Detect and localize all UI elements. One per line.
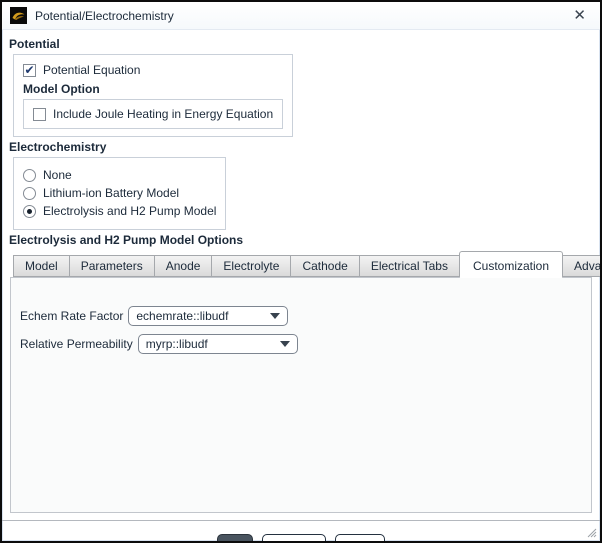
- ok-button[interactable]: OK: [217, 534, 254, 541]
- echem-rate-factor-select[interactable]: echemrate::libudf: [128, 306, 289, 326]
- radio-lithium-label: Lithium-ion Battery Model: [43, 186, 180, 200]
- tab-model[interactable]: Model: [13, 255, 70, 277]
- tab-cathode[interactable]: Cathode: [290, 255, 360, 277]
- relative-permeability-label: Relative Permeability: [20, 337, 133, 351]
- help-button[interactable]: Help: [334, 534, 385, 541]
- tab-advanced[interactable]: Advanced: [562, 255, 600, 277]
- potential-header: Potential: [9, 37, 60, 51]
- joule-heating-label: Include Joule Heating in Energy Equation: [53, 107, 274, 121]
- tab-strip: Model Parameters Anode Electrolyte Catho…: [13, 251, 600, 278]
- model-option-box: Include Joule Heating in Energy Equation: [23, 99, 284, 129]
- close-icon[interactable]: ✕: [569, 6, 590, 25]
- echem-rate-factor-row: Echem Rate Factor echemrate::libudf: [20, 306, 591, 326]
- echem-rate-factor-label: Echem Rate Factor: [20, 309, 124, 323]
- echem-rate-factor-value: echemrate::libudf: [136, 309, 229, 323]
- model-options-header: Electrolysis and H2 Pump Model Options: [9, 233, 244, 247]
- potential-group: ✔ Potential Equation Model Option Includ…: [13, 54, 294, 137]
- radio-selected-icon[interactable]: [23, 204, 36, 218]
- radio-electrolysis[interactable]: Electrolysis and H2 Pump Model: [23, 204, 216, 218]
- radio-none-label: None: [43, 168, 72, 182]
- relative-permeability-row: Relative Permeability myrp::libudf: [20, 334, 591, 354]
- cancel-button[interactable]: Cancel: [262, 534, 326, 541]
- tab-electrolyte[interactable]: Electrolyte: [211, 255, 292, 277]
- radio-none[interactable]: None: [23, 168, 216, 182]
- electrochemistry-group: None Lithium-ion Battery Model Electroly…: [13, 157, 227, 230]
- dropdown-arrow-icon: [279, 341, 290, 347]
- tab-customization[interactable]: Customization: [458, 251, 564, 278]
- model-option-header: Model Option: [23, 82, 100, 96]
- checkbox-checked-icon[interactable]: ✔: [23, 63, 36, 77]
- potential-electrochemistry-dialog: Potential/Electrochemistry ✕ Potential ✔…: [0, 0, 602, 543]
- fluent-logo-icon: [10, 7, 27, 24]
- radio-lithium-ion[interactable]: Lithium-ion Battery Model: [23, 186, 216, 200]
- electrochemistry-header: Electrochemistry: [9, 140, 107, 154]
- window-title: Potential/Electrochemistry: [35, 8, 174, 23]
- title-bar: Potential/Electrochemistry ✕: [2, 2, 600, 30]
- customization-tab-panel: Echem Rate Factor echemrate::libudf Rela…: [10, 277, 592, 513]
- footer-separator: [2, 520, 600, 521]
- potential-equation-label: Potential Equation: [43, 63, 141, 77]
- dialog-buttons: OK Cancel Help: [9, 534, 593, 541]
- radio-unselected-icon[interactable]: [23, 186, 36, 200]
- checkbox-unchecked-icon[interactable]: [33, 107, 46, 121]
- tab-anode[interactable]: Anode: [153, 255, 213, 277]
- radio-unselected-icon[interactable]: [23, 168, 36, 182]
- relative-permeability-value: myrp::libudf: [145, 337, 208, 351]
- relative-permeability-select[interactable]: myrp::libudf: [137, 334, 298, 354]
- potential-equation-checkbox-row[interactable]: ✔ Potential Equation: [23, 63, 283, 77]
- dropdown-arrow-icon: [270, 313, 281, 319]
- resize-grip[interactable]: [584, 525, 597, 538]
- joule-heating-checkbox-row[interactable]: Include Joule Heating in Energy Equation: [33, 107, 273, 121]
- dialog-content: Potential ✔ Potential Equation Model Opt…: [2, 30, 600, 541]
- tab-parameters[interactable]: Parameters: [68, 255, 155, 277]
- radio-electrolysis-label: Electrolysis and H2 Pump Model: [43, 204, 217, 218]
- tab-electrical-tabs[interactable]: Electrical Tabs: [358, 255, 460, 277]
